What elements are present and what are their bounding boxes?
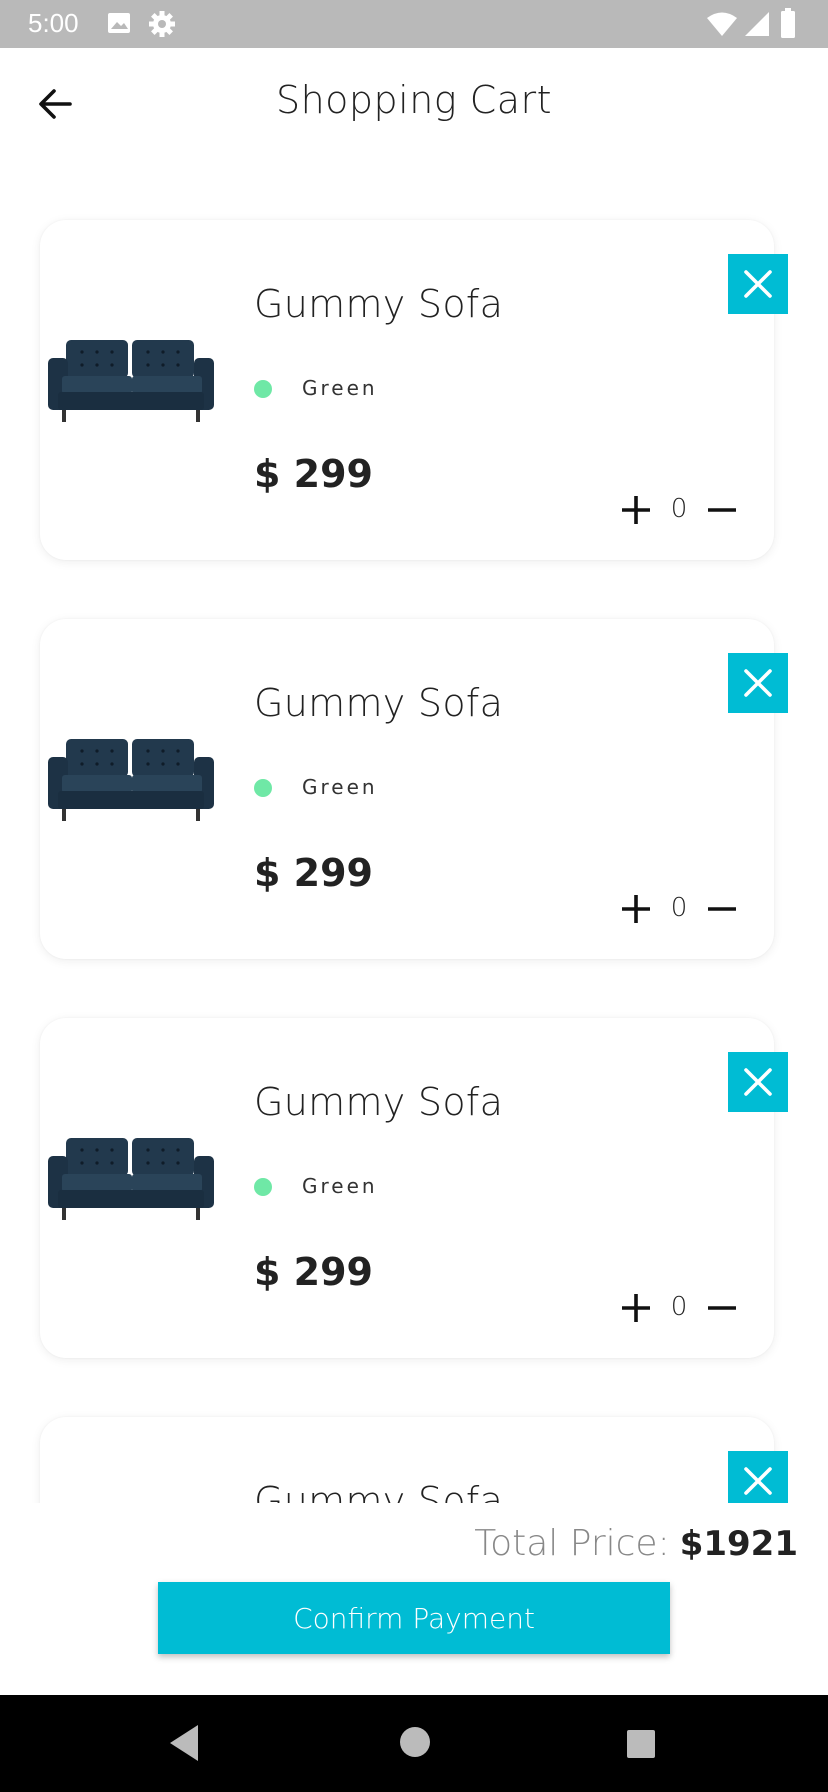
plus-icon bbox=[622, 895, 650, 923]
signal-icon bbox=[745, 12, 769, 36]
status-time: 5:00 bbox=[28, 8, 79, 38]
minus-icon bbox=[708, 508, 736, 512]
checkout-footer: Total Price: $1921 Confirm Payment bbox=[0, 1503, 828, 1695]
item-color-label: Green bbox=[302, 376, 378, 400]
minus-icon bbox=[708, 907, 736, 911]
decrease-quantity-button[interactable] bbox=[704, 1290, 740, 1326]
increase-quantity-button[interactable] bbox=[618, 492, 654, 528]
status-bar: 5:00 bbox=[0, 0, 828, 48]
remove-item-button[interactable] bbox=[728, 1052, 788, 1112]
remove-item-button[interactable] bbox=[728, 653, 788, 713]
close-icon bbox=[744, 669, 772, 697]
decrease-quantity-button[interactable] bbox=[704, 891, 740, 927]
settings-icon bbox=[149, 11, 175, 37]
item-name: Gummy Sofa bbox=[254, 282, 504, 326]
item-name: Gummy Sofa bbox=[254, 681, 504, 725]
item-name: Gummy Sofa bbox=[254, 1080, 504, 1124]
minus-icon bbox=[708, 1306, 736, 1310]
close-icon bbox=[744, 1068, 772, 1096]
item-name: Gummy Sofa bbox=[254, 1479, 504, 1503]
page-title: Shopping Cart bbox=[275, 78, 553, 122]
sofa-image bbox=[48, 1138, 214, 1220]
item-color-label: Green bbox=[302, 775, 378, 799]
close-icon bbox=[744, 270, 772, 298]
confirm-payment-button[interactable]: Confirm Payment bbox=[158, 1582, 670, 1654]
sofa-image bbox=[48, 340, 214, 422]
item-price: $ 299 bbox=[254, 452, 373, 496]
quantity-value: 0 bbox=[670, 1292, 688, 1322]
total-price-row: Total Price: $1921 bbox=[474, 1523, 798, 1564]
system-nav-bar bbox=[0, 1695, 828, 1792]
cart-item-card: Gummy Sofa Green $ 299 0 bbox=[40, 1018, 788, 1358]
battery-icon bbox=[781, 8, 795, 38]
total-price-label: Total Price: bbox=[474, 1523, 670, 1564]
total-price-value: $1921 bbox=[679, 1524, 798, 1564]
cart-list[interactable]: Gummy Sofa Green $ 299 0 Gummy Sofa Gree… bbox=[0, 160, 828, 1503]
item-price: $ 299 bbox=[254, 1250, 373, 1294]
quantity-value: 0 bbox=[670, 893, 688, 923]
quantity-value: 0 bbox=[670, 494, 688, 524]
cart-item-card: Gummy Sofa bbox=[40, 1417, 788, 1503]
decrease-quantity-button[interactable] bbox=[704, 492, 740, 528]
app-bar: Shopping Cart bbox=[0, 48, 828, 160]
plus-icon bbox=[622, 496, 650, 524]
color-swatch bbox=[254, 1178, 272, 1196]
sofa-image bbox=[48, 739, 214, 821]
cart-item-card: Gummy Sofa Green $ 299 0 bbox=[40, 619, 788, 959]
plus-icon bbox=[622, 1294, 650, 1322]
nav-back-icon[interactable] bbox=[164, 1721, 204, 1765]
color-swatch bbox=[254, 779, 272, 797]
wifi-icon bbox=[707, 12, 737, 36]
item-price: $ 299 bbox=[254, 851, 373, 895]
cart-item-card: Gummy Sofa Green $ 299 0 bbox=[40, 220, 788, 560]
image-icon bbox=[108, 13, 130, 33]
item-color-label: Green bbox=[302, 1174, 378, 1198]
remove-item-button[interactable] bbox=[728, 254, 788, 314]
nav-home-icon[interactable] bbox=[394, 1721, 436, 1763]
remove-item-button[interactable] bbox=[728, 1451, 788, 1503]
color-swatch bbox=[254, 380, 272, 398]
nav-recents-icon[interactable] bbox=[622, 1725, 660, 1763]
increase-quantity-button[interactable] bbox=[618, 1290, 654, 1326]
increase-quantity-button[interactable] bbox=[618, 891, 654, 927]
close-icon bbox=[744, 1467, 772, 1495]
